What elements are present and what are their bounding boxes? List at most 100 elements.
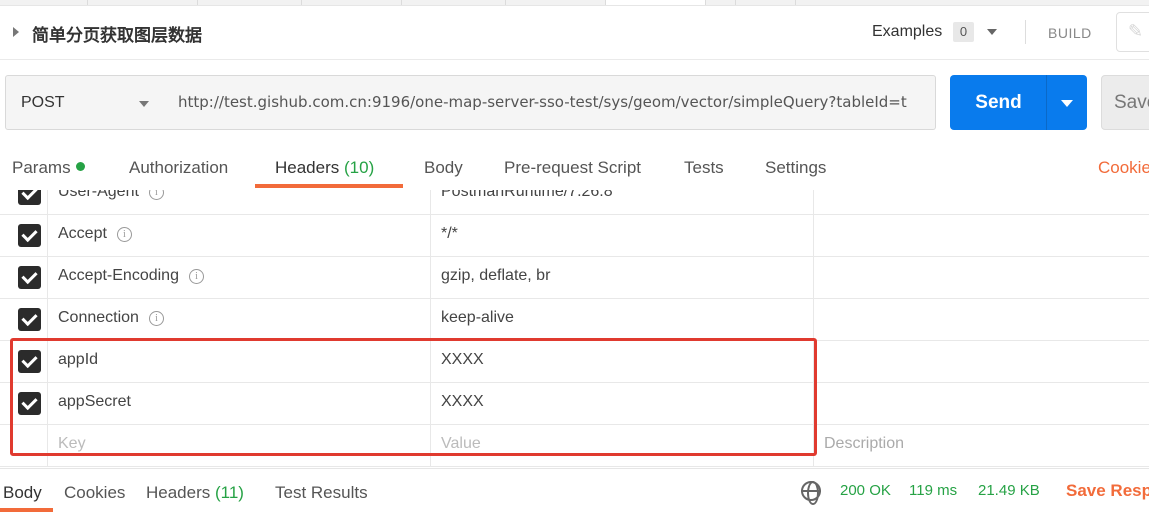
tab-response-cookies[interactable]: Cookies [64,483,125,503]
tab-strip-tab-active[interactable] [606,0,706,5]
column-divider [47,425,48,466]
new-key-input[interactable]: Key [58,435,86,453]
tab-headers-label: Headers [275,158,340,177]
url-input[interactable]: http://test.gishub.com.cn:9196/one-map-s… [163,75,936,130]
tab-strip-tab[interactable] [88,0,198,5]
column-divider [47,383,48,424]
header-enabled-checkbox[interactable] [18,350,41,373]
column-divider [430,190,431,214]
info-icon[interactable]: i [188,269,204,284]
method-label: POST [21,94,65,111]
header-key[interactable]: Accept-Encoding i [58,267,204,285]
tab-body[interactable]: Body [424,158,463,178]
table-row: Accept i */* [0,215,1149,257]
headers-table: User-Agent i PostmanRuntime/7.26.8 Accept… [0,190,1149,468]
tab-params[interactable]: Params [12,158,85,178]
header-key[interactable]: User-Agent i [58,190,164,201]
info-icon[interactable]: i [116,227,132,242]
column-divider [430,299,431,340]
new-description-input[interactable]: Description [824,435,904,453]
method-select[interactable]: POST [5,75,164,130]
header-enabled-checkbox[interactable] [18,266,41,289]
header-value[interactable]: XXXX [441,351,484,369]
examples-label[interactable]: Examples [872,23,942,41]
header-enabled-checkbox[interactable] [18,190,41,205]
response-tabs: Body Cookies Headers (11) Test Results [0,468,1149,515]
header-key[interactable]: appId [58,351,98,369]
table-row: User-Agent i PostmanRuntime/7.26.8 [0,190,1149,215]
pencil-icon: ✎ [1128,21,1144,41]
column-divider [47,190,48,214]
column-divider [47,257,48,298]
header-value[interactable]: keep-alive [441,309,514,327]
request-tabs: Params Authorization Headers (10) Body P… [0,150,1149,190]
tab-settings[interactable]: Settings [765,158,826,178]
send-options-button[interactable] [1046,75,1087,130]
divider [1025,20,1026,44]
request-title[interactable]: 简单分页获取图层数据 [32,21,202,46]
column-divider [47,215,48,256]
tab-prerequest-script[interactable]: Pre-request Script [504,158,641,178]
new-header-row: Key Value Description [0,425,1149,467]
save-button[interactable]: Save [1101,75,1149,130]
new-value-input[interactable]: Value [441,435,481,453]
headers-count: (10) [344,158,375,177]
expand-caret-icon[interactable] [13,27,19,37]
table-row: Connection i keep-alive [0,299,1149,341]
table-row: Accept-Encoding i gzip, deflate, br [0,257,1149,299]
examples-count-badge: 0 [953,22,974,42]
tab-strip-tab[interactable] [736,0,796,5]
cookies-link[interactable]: Cookies [1098,158,1149,178]
column-divider [430,215,431,256]
info-icon[interactable]: i [148,311,164,326]
tab-strip-tab[interactable] [0,0,88,5]
send-button[interactable]: Send [950,75,1047,130]
params-indicator-dot [75,162,85,171]
column-divider [430,425,431,466]
column-divider [813,215,814,256]
tab-strip-tab[interactable] [402,0,506,5]
column-divider [430,383,431,424]
header-enabled-checkbox[interactable] [18,392,41,415]
column-divider [813,299,814,340]
tab-strip-tab[interactable] [506,0,606,5]
globe-icon[interactable] [801,481,821,505]
header-value[interactable]: XXXX [441,393,484,411]
tab-test-results[interactable]: Test Results [275,483,368,503]
tab-strip-tab[interactable] [198,0,302,5]
response-size[interactable]: 21.49 KB [978,482,1040,499]
edit-button[interactable]: ✎ [1116,12,1149,52]
response-time[interactable]: 119 ms [909,482,957,499]
header-key-text: Accept [58,225,107,242]
tab-tests[interactable]: Tests [684,158,724,178]
tab-headers[interactable]: Headers (10) [275,158,374,178]
tab-strip-tab[interactable] [302,0,402,5]
column-divider [47,299,48,340]
table-row: appSecret XXXX [0,383,1149,425]
tab-authorization[interactable]: Authorization [129,158,228,178]
header-key-text: Accept-Encoding [58,267,179,284]
column-divider [813,190,814,214]
header-key-text: Connection [58,309,139,326]
header-enabled-checkbox[interactable] [18,308,41,331]
examples-dropdown-icon[interactable] [987,29,997,35]
header-key[interactable]: appSecret [58,393,131,411]
header-key[interactable]: Accept i [58,225,132,243]
build-button[interactable]: BUILD [1048,25,1092,41]
header-key-text: User-Agent [58,190,139,200]
header-value[interactable]: gzip, deflate, br [441,267,550,285]
status-code[interactable]: 200 OK [840,482,891,499]
tab-response-body[interactable]: Body [3,483,42,503]
header-enabled-checkbox[interactable] [18,224,41,247]
header-key[interactable]: Connection i [58,309,164,327]
tab-response-headers[interactable]: Headers (11) [146,483,244,503]
header-value[interactable]: */* [441,225,458,243]
tab-response-headers-label: Headers [146,483,211,502]
column-divider [813,341,814,382]
column-divider [47,341,48,382]
header-value[interactable]: PostmanRuntime/7.26.8 [441,190,613,201]
save-response-button[interactable]: Save Response [1066,481,1149,501]
column-divider [813,257,814,298]
info-icon[interactable]: i [148,190,164,200]
tab-strip-tab[interactable] [706,0,736,5]
